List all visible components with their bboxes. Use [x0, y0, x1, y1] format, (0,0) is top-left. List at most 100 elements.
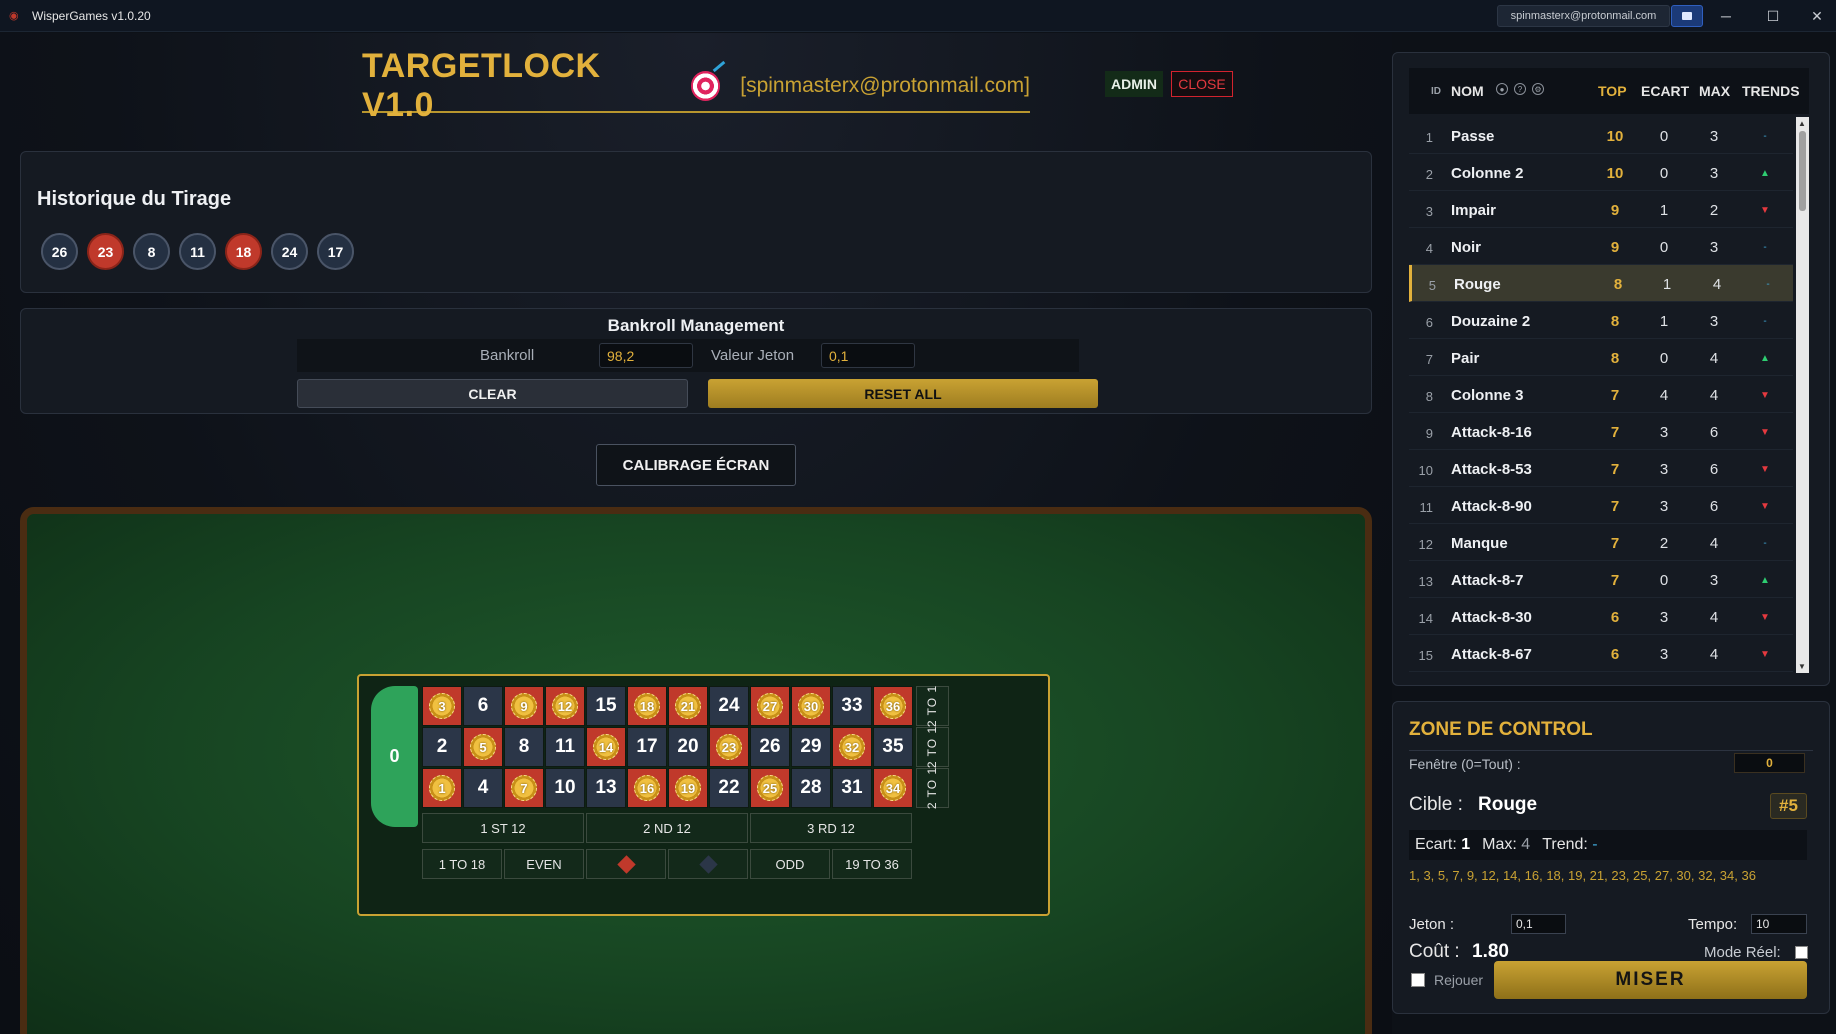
- number-cell[interactable]: 23: [709, 727, 749, 767]
- max-label: Max:: [1482, 836, 1517, 853]
- number-cell[interactable]: 10: [545, 768, 585, 808]
- close-button[interactable]: CLOSE: [1171, 71, 1233, 97]
- number-cell[interactable]: 18: [627, 686, 667, 726]
- mode-reel-checkbox[interactable]: [1795, 946, 1808, 959]
- ranking-row[interactable]: 9 Attack-8-16 7 3 6 ▼: [1409, 413, 1793, 450]
- number-cell[interactable]: 14: [586, 727, 626, 767]
- ranking-row[interactable]: 2 Colonne 2 10 0 3 ▲: [1409, 154, 1793, 191]
- number-cell[interactable]: 26: [750, 727, 790, 767]
- row-max: 3: [1709, 572, 1719, 589]
- number-cell[interactable]: 8: [504, 727, 544, 767]
- red-bet[interactable]: [586, 849, 666, 879]
- number-cell[interactable]: 13: [586, 768, 626, 808]
- number-cell[interactable]: 31: [832, 768, 872, 808]
- outside-bet[interactable]: 1 TO 18: [422, 849, 502, 879]
- number-cell[interactable]: 34: [873, 768, 913, 808]
- miser-button[interactable]: MISER: [1494, 961, 1807, 999]
- number-cell[interactable]: 12: [545, 686, 585, 726]
- column-bet[interactable]: 2 TO 1: [916, 726, 949, 768]
- user-account-pill[interactable]: spinmasterx@protonmail.com: [1497, 5, 1670, 27]
- number-cell[interactable]: 2: [422, 727, 462, 767]
- number-cell[interactable]: 6: [463, 686, 503, 726]
- calibrage-button[interactable]: CALIBRAGE ÉCRAN: [596, 444, 796, 486]
- number-cell[interactable]: 7: [504, 768, 544, 808]
- ranking-row[interactable]: 10 Attack-8-53 7 3 6 ▼: [1409, 450, 1793, 487]
- col-ecart[interactable]: ECART: [1641, 83, 1689, 99]
- number-cell[interactable]: 19: [668, 768, 708, 808]
- number-cell[interactable]: 25: [750, 768, 790, 808]
- number-cell[interactable]: 36: [873, 686, 913, 726]
- number-cell[interactable]: 21: [668, 686, 708, 726]
- number-cell[interactable]: 32: [832, 727, 872, 767]
- number-cell[interactable]: 20: [668, 727, 708, 767]
- help-icon[interactable]: ?: [1514, 83, 1526, 95]
- ranking-row[interactable]: 5 Rouge 8 1 4 -: [1409, 265, 1793, 302]
- scroll-thumb[interactable]: [1799, 131, 1806, 211]
- fenetre-input[interactable]: 0: [1734, 753, 1805, 773]
- dozen-bet[interactable]: 2 ND 12: [586, 813, 748, 843]
- settings-icon[interactable]: ⚙: [1532, 83, 1544, 95]
- column-bet[interactable]: 2 TO 1: [916, 767, 949, 809]
- ranking-row[interactable]: 7 Pair 8 0 4 ▲: [1409, 339, 1793, 376]
- rejouer-checkbox[interactable]: [1411, 973, 1425, 987]
- ranking-row[interactable]: 4 Noir 9 0 3 -: [1409, 228, 1793, 265]
- number-cell[interactable]: 17: [627, 727, 667, 767]
- number-cell[interactable]: 24: [709, 686, 749, 726]
- col-max[interactable]: MAX: [1699, 83, 1730, 99]
- outside-bet[interactable]: EVEN: [504, 849, 584, 879]
- col-nom[interactable]: NOM: [1451, 83, 1484, 99]
- number-cell[interactable]: 29: [791, 727, 831, 767]
- number-cell[interactable]: 28: [791, 768, 831, 808]
- ranking-row[interactable]: 1 Passe 10 0 3 -: [1409, 117, 1793, 154]
- ranking-row[interactable]: 3 Impair 9 1 2 ▼: [1409, 191, 1793, 228]
- number-cell[interactable]: 15: [586, 686, 626, 726]
- history-ball: 18: [225, 233, 262, 270]
- black-bet[interactable]: [668, 849, 748, 879]
- number-zero[interactable]: 0: [371, 686, 418, 827]
- ranking-row[interactable]: 13 Attack-8-7 7 0 3 ▲: [1409, 561, 1793, 598]
- outside-bet[interactable]: 19 TO 36: [832, 849, 912, 879]
- ranking-row[interactable]: 6 Douzaine 2 8 1 3 -: [1409, 302, 1793, 339]
- number-cell[interactable]: 1: [422, 768, 462, 808]
- column-bet[interactable]: 2 TO 1: [916, 685, 949, 727]
- reset-all-button[interactable]: RESET ALL: [708, 379, 1098, 408]
- jeton-value-input[interactable]: 0,1: [821, 343, 915, 368]
- dozen-bet[interactable]: 3 RD 12: [750, 813, 912, 843]
- number-cell[interactable]: 4: [463, 768, 503, 808]
- bankroll-input[interactable]: 98,2: [599, 343, 693, 368]
- bankroll-title: Bankroll Management: [607, 316, 785, 335]
- toggle-icon[interactable]: ●: [1496, 83, 1508, 95]
- number-cell[interactable]: 27: [750, 686, 790, 726]
- number-cell[interactable]: 30: [791, 686, 831, 726]
- ranking-row[interactable]: 14 Attack-8-30 6 3 4 ▼: [1409, 598, 1793, 635]
- tempo-input[interactable]: 10: [1751, 914, 1807, 934]
- number-cell[interactable]: 11: [545, 727, 585, 767]
- ranking-row[interactable]: 11 Attack-8-90 7 3 6 ▼: [1409, 487, 1793, 524]
- ranking-row[interactable]: 8 Colonne 3 7 4 4 ▼: [1409, 376, 1793, 413]
- dozen-bet[interactable]: 1 ST 12: [422, 813, 584, 843]
- chip-icon: 18: [634, 693, 660, 719]
- ranking-scrollbar[interactable]: ▲ ▼: [1796, 117, 1809, 673]
- window-action-icon[interactable]: [1671, 5, 1703, 27]
- maximize-button[interactable]: ☐: [1756, 4, 1790, 28]
- number-cell[interactable]: 3: [422, 686, 462, 726]
- scroll-down-icon[interactable]: ▼: [1798, 662, 1806, 671]
- minimize-button[interactable]: ─: [1709, 4, 1743, 28]
- admin-button[interactable]: ADMIN: [1105, 71, 1163, 97]
- number-cell[interactable]: 9: [504, 686, 544, 726]
- number-cell[interactable]: 16: [627, 768, 667, 808]
- row-id: 8: [1425, 389, 1433, 404]
- col-top[interactable]: TOP: [1598, 83, 1627, 99]
- window-close-button[interactable]: ✕: [1800, 4, 1834, 28]
- col-trends[interactable]: TRENDS: [1742, 83, 1800, 99]
- number-cell[interactable]: 5: [463, 727, 503, 767]
- scroll-up-icon[interactable]: ▲: [1798, 119, 1806, 128]
- number-cell[interactable]: 22: [709, 768, 749, 808]
- outside-bet[interactable]: ODD: [750, 849, 830, 879]
- jeton-input[interactable]: 0,1: [1511, 914, 1566, 934]
- number-cell[interactable]: 33: [832, 686, 872, 726]
- ranking-row[interactable]: 15 Attack-8-67 6 3 4 ▼: [1409, 635, 1793, 672]
- clear-button[interactable]: CLEAR: [297, 379, 688, 408]
- ranking-row[interactable]: 12 Manque 7 2 4 -: [1409, 524, 1793, 561]
- number-cell[interactable]: 35: [873, 727, 913, 767]
